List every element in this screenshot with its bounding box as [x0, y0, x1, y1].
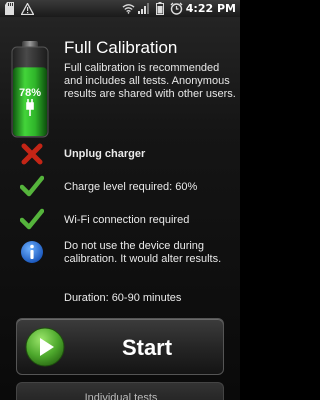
- sd-card-icon: [4, 2, 17, 15]
- requirement-text: Do not use the device during calibration…: [64, 240, 222, 265]
- green-check-icon: [19, 173, 45, 199]
- play-icon: [25, 327, 65, 367]
- requirement-text: Unplug charger: [64, 148, 146, 160]
- start-button-label: Start: [121, 334, 173, 360]
- info-icon: [19, 239, 45, 265]
- individual-tests-button[interactable]: Individual tests: [16, 382, 224, 400]
- battery-status-icon: [154, 2, 167, 15]
- red-x-icon: [19, 141, 45, 167]
- battery-percent-label: 78%: [18, 87, 42, 99]
- requirement-text: Wi-Fi connection required: [64, 214, 190, 226]
- alarm-clock-icon: [170, 2, 183, 15]
- status-bar: 4:22 PM: [0, 0, 240, 17]
- warning-icon: [21, 2, 34, 15]
- page-title: Full Calibration: [64, 38, 178, 57]
- start-button[interactable]: Start: [16, 318, 224, 375]
- wifi-icon: [122, 2, 135, 15]
- duration-text: Duration: 60-90 minutes: [64, 292, 182, 304]
- signal-icon: [138, 2, 151, 15]
- requirement-text: Charge level required: 60%: [64, 181, 198, 193]
- intro-text: Full calibration is recommended and incl…: [64, 62, 236, 100]
- green-check-icon: [19, 206, 45, 232]
- individual-tests-label: Individual tests: [84, 392, 158, 400]
- battery-level-graphic: 78%: [5, 39, 55, 139]
- status-time: 4:22 PM: [185, 2, 236, 15]
